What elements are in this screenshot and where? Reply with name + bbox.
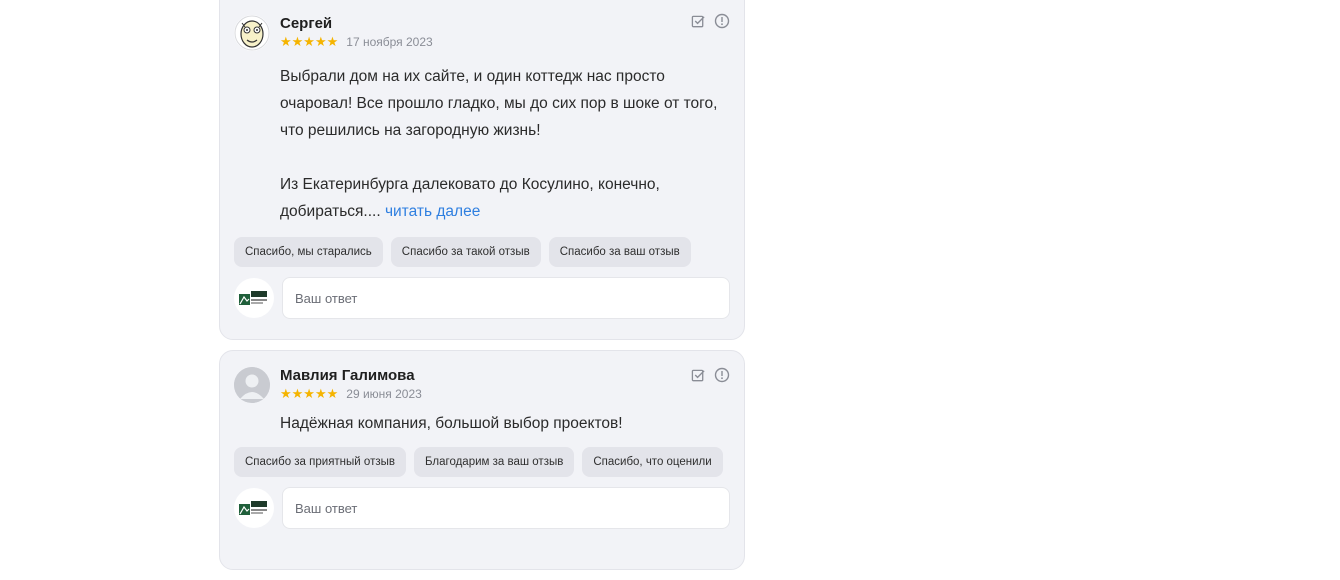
info-icon[interactable] xyxy=(714,367,730,383)
review-date: 17 ноября 2023 xyxy=(346,35,433,49)
reviews-feed: Сергей ★★★★★ 17 ноября 2023 Выбрали дом … xyxy=(219,0,745,580)
review-author[interactable]: Сергей xyxy=(280,15,433,33)
reply-input[interactable]: Ваш ответ xyxy=(282,277,730,319)
review-card: Сергей ★★★★★ 17 ноября 2023 Выбрали дом … xyxy=(219,0,745,340)
quick-reply-chip[interactable]: Спасибо за такой отзыв xyxy=(390,237,541,267)
review-paragraph: Выбрали дом на их сайте, и один коттедж … xyxy=(280,68,718,139)
quick-reply-chip[interactable]: Благодарим за ваш отзыв xyxy=(413,447,575,477)
info-icon[interactable] xyxy=(714,13,730,29)
company-logo-icon xyxy=(234,278,274,318)
company-logo-icon xyxy=(234,488,274,528)
review-actions xyxy=(690,13,730,29)
quick-replies: Спасибо, мы старались Спасибо за такой о… xyxy=(234,237,730,267)
rating-stars: ★★★★★ xyxy=(280,34,339,49)
review-author[interactable]: Мавлия Галимова xyxy=(280,367,422,385)
quick-reply-chip[interactable]: Спасибо, что оценили xyxy=(582,447,723,477)
rating-stars: ★★★★★ xyxy=(280,386,339,401)
review-card: Мавлия Галимова ★★★★★ 29 июня 2023 Надёж… xyxy=(219,350,745,570)
quick-reply-chip[interactable]: Спасибо за ваш отзыв xyxy=(548,237,691,267)
review-actions xyxy=(690,367,730,383)
review-date: 29 июня 2023 xyxy=(346,387,422,401)
checkbox-edit-icon[interactable] xyxy=(690,367,706,383)
quick-reply-chip[interactable]: Спасибо, мы старались xyxy=(234,237,383,267)
review-text: Выбрали дом на их сайте, и один коттедж … xyxy=(280,63,730,225)
checkbox-edit-icon[interactable] xyxy=(690,13,706,29)
review-text: Надёжная компания, большой выбор проекто… xyxy=(280,415,623,432)
read-more-link[interactable]: читать далее xyxy=(385,203,480,220)
quick-reply-chip[interactable]: Спасибо за приятный отзыв xyxy=(234,447,406,477)
avatar-placeholder-icon xyxy=(234,367,270,403)
quick-replies: Спасибо за приятный отзыв Благодарим за … xyxy=(234,447,730,477)
reply-input[interactable]: Ваш ответ xyxy=(282,487,730,529)
avatar xyxy=(234,15,270,51)
